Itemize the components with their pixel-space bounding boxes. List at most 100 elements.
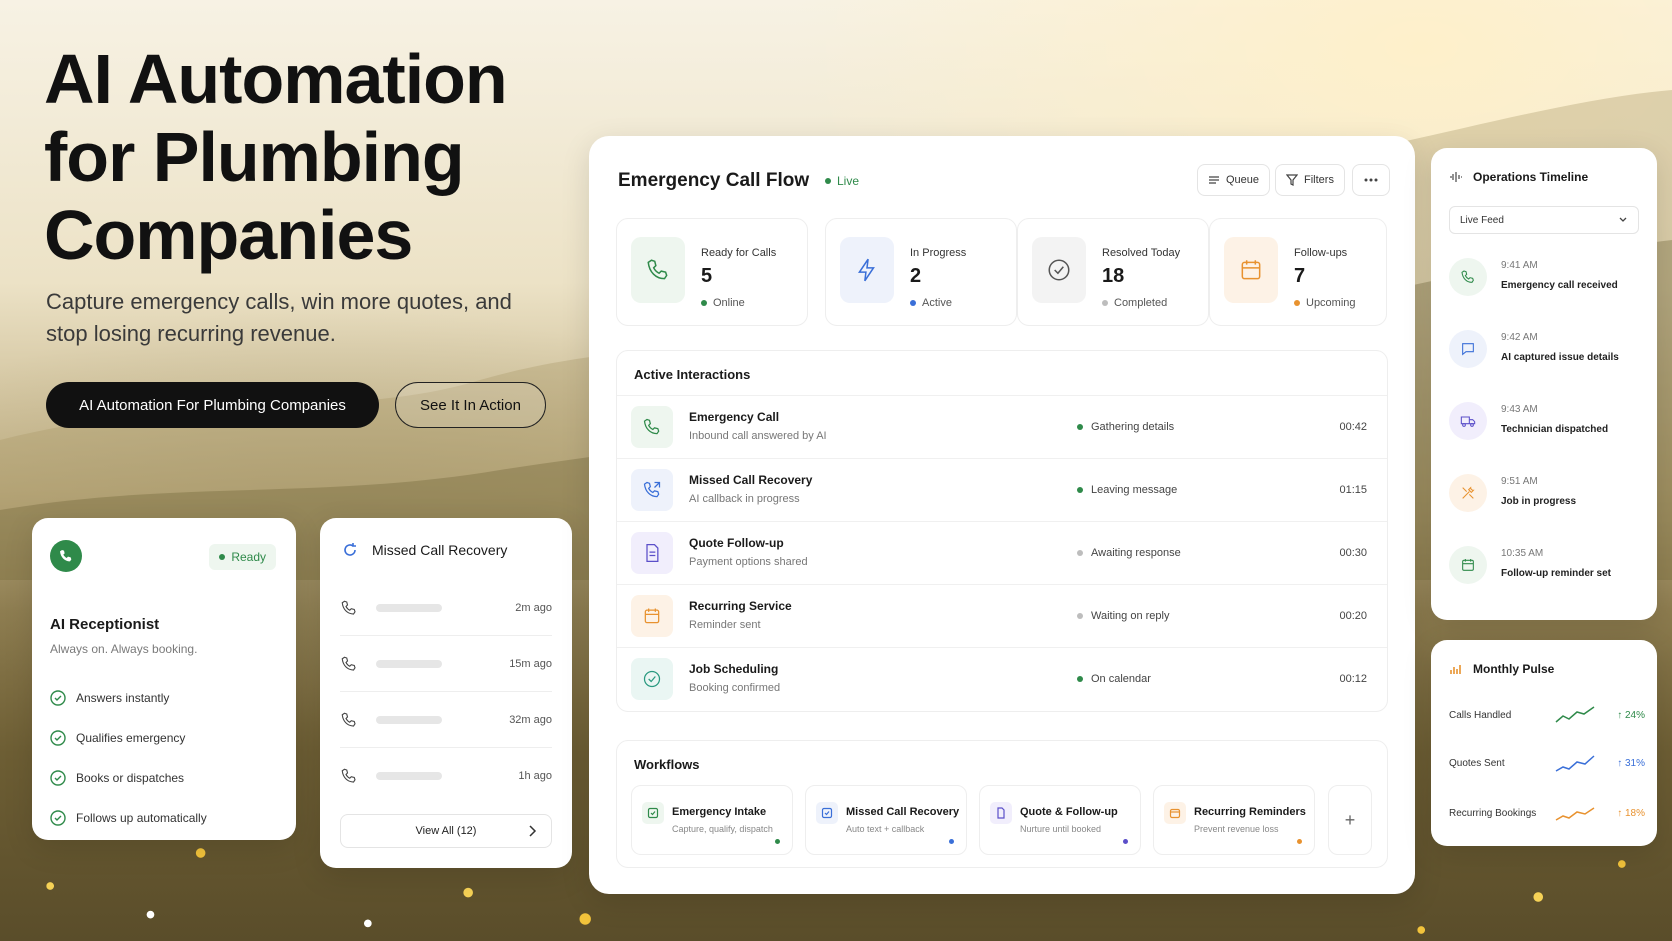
workflow-card[interactable]: Missed Call Recovery Auto text + callbac… <box>805 785 967 855</box>
pulse-row[interactable]: Quotes Sent ↑ 31% <box>1449 752 1645 776</box>
feature-item: Follows up automatically <box>50 798 207 838</box>
receptionist-subtitle: Always on. Always booking. <box>50 642 198 656</box>
list-item[interactable]: 1h ago <box>340 748 552 804</box>
stat-ready-for-calls[interactable]: Ready for Calls 5 Online <box>616 218 808 326</box>
timeline-item[interactable]: 9:42 AM AI captured issue details <box>1449 320 1645 392</box>
check-circle-icon <box>50 690 66 706</box>
workflow-card[interactable]: Emergency Intake Capture, qualify, dispa… <box>631 785 793 855</box>
chat-icon <box>1449 330 1487 368</box>
lightning-icon <box>840 237 894 303</box>
phone-callback-icon <box>631 469 673 511</box>
calendar-icon <box>631 595 673 637</box>
see-it-in-action-button[interactable]: See It In Action <box>395 382 546 428</box>
pulse-header: Monthly Pulse <box>1449 662 1554 676</box>
missed-header: Missed Call Recovery <box>342 542 507 558</box>
status-dot <box>1297 839 1302 844</box>
page-title: Emergency Call Flow <box>618 170 810 191</box>
timeline-item[interactable]: 9:51 AM Job in progress <box>1449 464 1645 536</box>
ai-receptionist-card: Ready AI Receptionist Always on. Always … <box>32 518 296 840</box>
queue-button[interactable]: Queue <box>1197 164 1271 196</box>
phone-icon <box>340 599 358 617</box>
placeholder-bar <box>376 715 442 724</box>
message-icon <box>816 802 838 824</box>
phone-icon <box>340 711 358 729</box>
placeholder-bar <box>376 603 442 612</box>
table-row[interactable]: Recurring Service Reminder sent Waiting … <box>617 584 1387 647</box>
receptionist-title: AI Receptionist <box>50 616 160 633</box>
stat-follow-ups[interactable]: Follow-ups 7 Upcoming <box>1209 218 1387 326</box>
sparkline-icon <box>1555 752 1595 774</box>
feature-item: Answers instantly <box>50 678 207 718</box>
check-circle-icon <box>50 810 66 826</box>
timeline-item[interactable]: 10:35 AM Follow-up reminder set <box>1449 536 1645 608</box>
list-item[interactable]: 15m ago <box>340 636 552 692</box>
add-workflow-button[interactable]: + <box>1328 785 1372 855</box>
workflow-card[interactable]: Quote & Follow-up Nurture until booked <box>979 785 1141 855</box>
feature-item: Books or dispatches <box>50 758 207 798</box>
missed-title: Missed Call Recovery <box>372 542 508 558</box>
check-circle-icon <box>1032 237 1086 303</box>
table-row[interactable]: Emergency Call Inbound call answered by … <box>617 395 1387 458</box>
pulse-row[interactable]: Calls Handled ↑ 24% <box>1449 704 1645 728</box>
intake-icon <box>642 802 664 824</box>
hero-title: AI Automation for Plumbing Companies <box>44 40 508 274</box>
operations-timeline-card: Operations Timeline Live Feed 9:41 AM Em… <box>1431 148 1657 620</box>
timeline-item[interactable]: 9:41 AM Emergency call received <box>1449 248 1645 320</box>
sparkline-icon <box>1555 704 1595 726</box>
active-interactions-panel: Active Interactions Emergency Call Inbou… <box>616 350 1388 712</box>
section-title: Active Interactions <box>634 367 751 382</box>
stat-resolved-today[interactable]: Resolved Today 18 Completed <box>1017 218 1209 326</box>
primary-cta-button[interactable]: AI Automation For Plumbing Companies <box>46 382 379 428</box>
view-all-button[interactable]: View All (12) <box>340 814 552 848</box>
filter-icon <box>1286 174 1298 186</box>
document-icon <box>631 532 673 574</box>
table-row[interactable]: Missed Call Recovery AI callback in prog… <box>617 458 1387 521</box>
calendar-icon <box>1164 802 1186 824</box>
live-indicator: Live <box>825 174 859 188</box>
chevron-right-icon <box>527 824 537 838</box>
workflows-panel: Workflows Emergency Intake Capture, qual… <box>616 740 1388 868</box>
table-row[interactable]: Quote Follow-up Payment options shared A… <box>617 521 1387 584</box>
phone-icon <box>1449 258 1487 296</box>
missed-call-recovery-card: Missed Call Recovery 2m ago 15m ago 32m … <box>320 518 572 868</box>
ops-header: Operations Timeline <box>1449 170 1588 184</box>
waveform-icon <box>1449 171 1463 183</box>
pulse-row[interactable]: Recurring Bookings ↑ 18% <box>1449 802 1645 826</box>
more-horizontal-icon <box>1364 178 1378 182</box>
bar-chart-icon <box>1449 663 1463 675</box>
feature-list: Answers instantly Qualifies emergency Bo… <box>50 678 207 838</box>
status-dot <box>775 839 780 844</box>
stat-in-progress[interactable]: In Progress 2 Active <box>825 218 1017 326</box>
placeholder-bar <box>376 659 442 668</box>
status-dot <box>1123 839 1128 844</box>
queue-icon <box>1208 174 1220 186</box>
section-title: Workflows <box>634 757 700 772</box>
timeline-item[interactable]: 9:43 AM Technician dispatched <box>1449 392 1645 464</box>
more-options-button[interactable] <box>1352 164 1390 196</box>
document-icon <box>990 802 1012 824</box>
list-item[interactable]: 2m ago <box>340 580 552 636</box>
filters-button[interactable]: Filters <box>1275 164 1345 196</box>
truck-icon <box>1449 402 1487 440</box>
phone-icon <box>631 237 685 303</box>
tools-icon <box>1449 474 1487 512</box>
feed-select[interactable]: Live Feed <box>1449 206 1639 234</box>
list-item[interactable]: 32m ago <box>340 692 552 748</box>
workflow-card[interactable]: Recurring Reminders Prevent revenue loss <box>1153 785 1315 855</box>
phone-icon <box>340 767 358 785</box>
phone-icon <box>340 655 358 673</box>
hero-subtitle: Capture emergency calls, win more quotes… <box>46 289 512 346</box>
phone-icon <box>50 540 82 572</box>
feature-item: Qualifies emergency <box>50 718 207 758</box>
monthly-pulse-card: Monthly Pulse Calls Handled ↑ 24% Quotes… <box>1431 640 1657 846</box>
table-row[interactable]: Job Scheduling Booking confirmed On cale… <box>617 647 1387 710</box>
check-circle-icon <box>50 730 66 746</box>
emergency-call-flow-panel: Emergency Call Flow Live Queue Filters R… <box>589 136 1415 894</box>
calendar-icon <box>1224 237 1278 303</box>
status-dot <box>949 839 954 844</box>
sparkline-icon <box>1555 802 1595 824</box>
check-circle-icon <box>50 770 66 786</box>
check-circle-icon <box>631 658 673 700</box>
refresh-icon <box>342 542 358 558</box>
status-badge: Ready <box>209 544 276 570</box>
